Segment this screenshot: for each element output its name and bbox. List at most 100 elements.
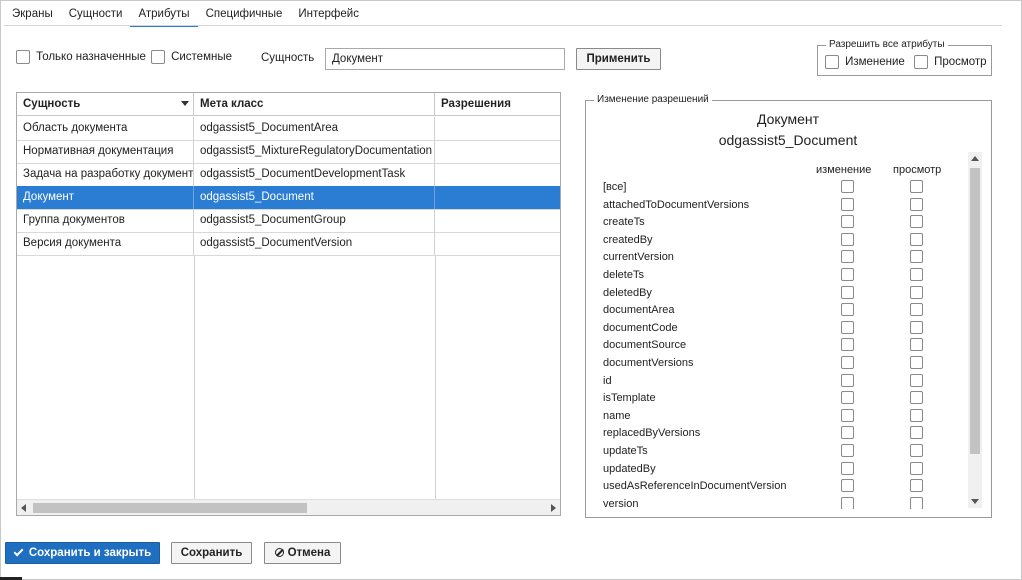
entity-filter-input[interactable]: Документ <box>325 48 565 70</box>
view-checkbox[interactable] <box>910 180 923 193</box>
change-checkbox[interactable] <box>841 426 854 439</box>
attribute-name: documentCode <box>603 322 678 334</box>
tab-screens[interactable]: Экраны <box>4 0 61 26</box>
allow-change-checkbox[interactable] <box>825 55 839 69</box>
only-assigned-filter: Только назначенные <box>16 50 146 64</box>
allow-view-checkbox[interactable] <box>914 55 928 69</box>
attribute-name: usedAsReferenceInDocumentVersion <box>603 480 787 492</box>
view-checkbox[interactable] <box>910 462 923 475</box>
permissions-legend: Изменение разрешений <box>594 94 712 105</box>
attribute-name: documentVersions <box>603 357 694 369</box>
allow-all-legend: Разрешить все атрибуты <box>826 39 948 50</box>
view-checkbox[interactable] <box>910 233 923 246</box>
attribute-name: deleteTs <box>603 269 644 281</box>
view-checkbox[interactable] <box>910 479 923 492</box>
tab-attributes[interactable]: Атрибуты <box>130 0 198 27</box>
tab-entities[interactable]: Сущности <box>61 0 131 26</box>
change-checkbox[interactable] <box>841 215 854 228</box>
cell-metaclass: odgassist5_DocumentDevelopmentTask <box>194 163 435 186</box>
scroll-right-icon[interactable] <box>551 504 556 512</box>
attribute-name: documentSource <box>603 339 687 351</box>
scrollbar-thumb[interactable] <box>970 168 980 454</box>
check-icon <box>13 546 24 557</box>
attribute-row: updateTs <box>603 444 963 461</box>
scroll-up-icon[interactable] <box>971 156 979 161</box>
table-row[interactable]: Группа документов odgassist5_DocumentGro… <box>17 209 560 233</box>
save-and-close-button[interactable]: Сохранить и закрыть <box>5 542 160 564</box>
tab-interface[interactable]: Интерфейс <box>290 0 367 26</box>
change-checkbox[interactable] <box>841 250 854 263</box>
change-checkbox[interactable] <box>841 497 854 509</box>
system-checkbox[interactable] <box>151 50 165 64</box>
view-checkbox[interactable] <box>910 391 923 404</box>
column-header-view: просмотр <box>893 164 942 176</box>
scroll-left-icon[interactable] <box>21 504 26 512</box>
tabs-divider <box>4 25 1002 26</box>
cell-permissions <box>435 232 560 255</box>
save-button[interactable]: Сохранить <box>171 542 252 564</box>
view-checkbox[interactable] <box>910 286 923 299</box>
cell-entity: Документ <box>17 186 194 209</box>
change-checkbox[interactable] <box>841 356 854 369</box>
cell-metaclass: odgassist5_DocumentGroup <box>194 209 435 232</box>
allow-change-label: Изменение <box>845 56 905 68</box>
change-checkbox[interactable] <box>841 180 854 193</box>
change-checkbox[interactable] <box>841 338 854 351</box>
view-checkbox[interactable] <box>910 356 923 369</box>
column-header-entity[interactable]: Сущность <box>17 93 194 116</box>
attribute-row: documentVersions <box>603 356 963 373</box>
view-checkbox[interactable] <box>910 303 923 316</box>
cell-permissions <box>435 186 560 209</box>
cell-permissions <box>435 163 560 186</box>
change-checkbox[interactable] <box>841 374 854 387</box>
table-row[interactable]: Нормативная документация odgassist5_Mixt… <box>17 140 560 164</box>
tab-specific[interactable]: Специфичные <box>198 0 291 26</box>
only-assigned-checkbox[interactable] <box>16 50 30 64</box>
view-checkbox[interactable] <box>910 215 923 228</box>
change-checkbox[interactable] <box>841 321 854 334</box>
column-header-permissions[interactable]: Разрешения <box>435 93 560 116</box>
view-checkbox[interactable] <box>910 497 923 509</box>
view-checkbox[interactable] <box>910 426 923 439</box>
allow-change-option: Изменение <box>825 55 905 69</box>
table-row[interactable]: Версия документа odgassist5_DocumentVers… <box>17 232 560 256</box>
cell-entity: Область документа <box>17 117 194 140</box>
view-checkbox[interactable] <box>910 374 923 387</box>
table-horizontal-scrollbar[interactable] <box>17 499 560 515</box>
change-checkbox[interactable] <box>841 479 854 492</box>
table-row-selected[interactable]: Документ odgassist5_Document <box>17 186 560 210</box>
change-checkbox[interactable] <box>841 391 854 404</box>
attribute-row: [все] <box>603 180 963 197</box>
cell-metaclass: odgassist5_DocumentArea <box>194 117 435 140</box>
attribute-name: currentVersion <box>603 251 674 263</box>
view-checkbox[interactable] <box>910 198 923 211</box>
scroll-down-icon[interactable] <box>971 499 979 504</box>
attribute-row: deleteTs <box>603 268 963 285</box>
change-checkbox[interactable] <box>841 233 854 246</box>
system-label: Системные <box>171 51 232 63</box>
entities-table: Сущность Мета класс Разрешения Область д… <box>16 92 561 516</box>
table-row[interactable]: Область документа odgassist5_DocumentAre… <box>17 117 560 141</box>
change-checkbox[interactable] <box>841 198 854 211</box>
view-checkbox[interactable] <box>910 268 923 281</box>
view-checkbox[interactable] <box>910 321 923 334</box>
view-checkbox[interactable] <box>910 409 923 422</box>
change-checkbox[interactable] <box>841 409 854 422</box>
attribute-row: name <box>603 409 963 426</box>
scrollbar-thumb[interactable] <box>33 503 307 513</box>
cancel-button[interactable]: Отмена <box>264 542 341 564</box>
table-row[interactable]: Задача на разработку документа odgassist… <box>17 163 560 187</box>
change-checkbox[interactable] <box>841 286 854 299</box>
change-checkbox[interactable] <box>841 303 854 316</box>
permissions-vertical-scrollbar[interactable] <box>968 152 982 508</box>
view-checkbox[interactable] <box>910 250 923 263</box>
cell-entity: Группа документов <box>17 209 194 232</box>
change-checkbox[interactable] <box>841 444 854 457</box>
view-checkbox[interactable] <box>910 444 923 457</box>
view-checkbox[interactable] <box>910 338 923 351</box>
column-header-metaclass[interactable]: Мета класс <box>194 93 435 116</box>
apply-button[interactable]: Применить <box>576 48 661 70</box>
column-divider <box>435 256 436 500</box>
change-checkbox[interactable] <box>841 268 854 281</box>
change-checkbox[interactable] <box>841 462 854 475</box>
